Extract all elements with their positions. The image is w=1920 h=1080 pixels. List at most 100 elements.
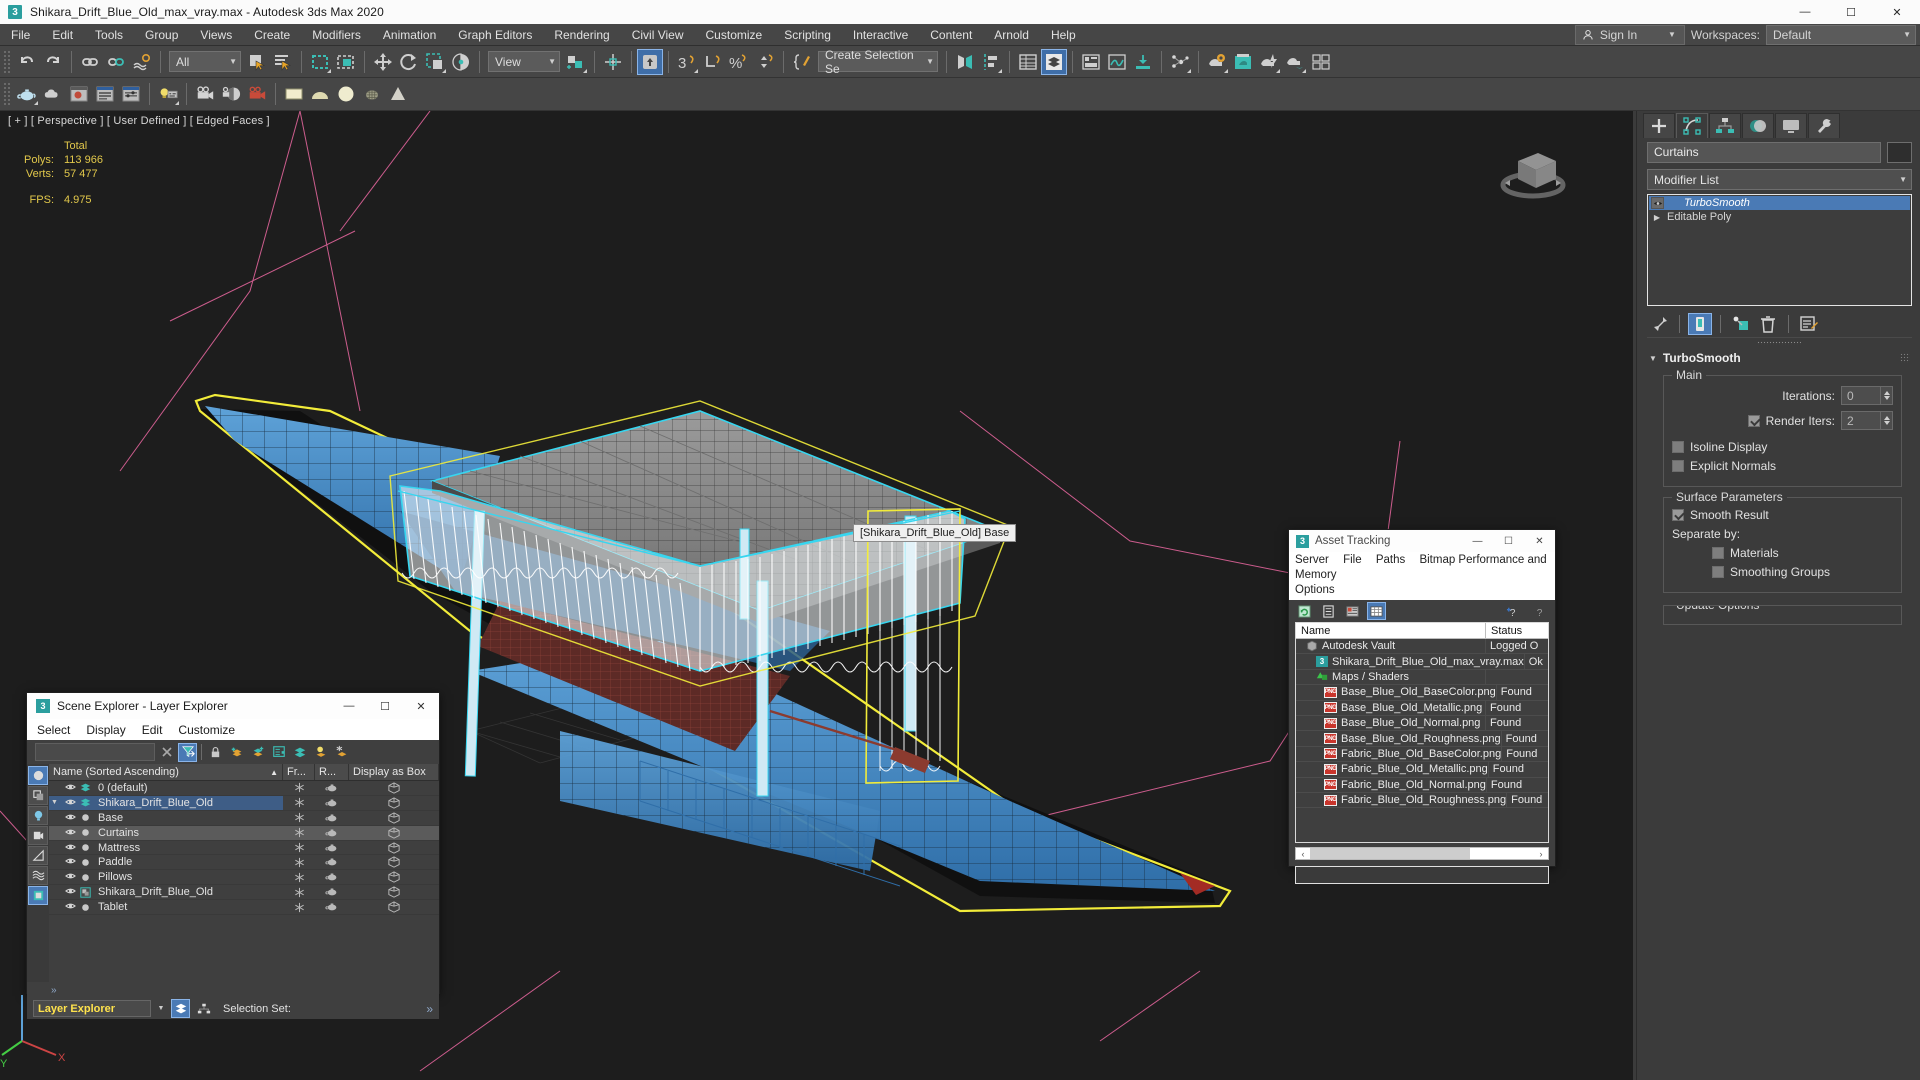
view-cube[interactable] [1493,143,1573,205]
scene-explorer-window[interactable]: 3 Scene Explorer - Layer Explorer — ☐ ✕ … [26,692,440,1019]
asset-column-name[interactable]: Name [1296,623,1486,638]
menu-views[interactable]: Views [189,24,243,46]
material-sphere-button[interactable] [333,81,359,107]
row-name-cell[interactable]: Shikara_Drift_Blue_Old [49,885,283,899]
scroll-thumb[interactable] [1310,848,1470,859]
asset-name-cell[interactable]: PNG Fabric_Blue_Old_Normal.png [1296,777,1487,792]
filter-groups-button[interactable] [28,886,48,905]
materials-row[interactable]: Materials [1672,546,1893,560]
asset-status-field[interactable] [1295,866,1549,884]
table-row[interactable]: Base [49,811,439,826]
close-button[interactable]: ✕ [1874,0,1920,24]
scene-explorer-close-button[interactable]: ✕ [403,693,439,719]
column-header-frozen[interactable]: Fr... [283,764,315,780]
asset-menu-bitmap-performance[interactable]: Bitmap Performance and Memory [1295,554,1547,581]
table-view-button[interactable] [1367,602,1386,620]
visibility-eye-icon[interactable] [65,871,76,883]
add-layer-button[interactable] [227,743,246,762]
freeze-layer-button[interactable] [332,743,351,762]
align-button[interactable] [978,49,1004,75]
refresh-button[interactable] [1295,602,1314,620]
curve-editor-button[interactable] [1104,49,1130,75]
renderable-cell[interactable] [315,855,349,869]
asset-tracking-window[interactable]: 3 Asset Tracking — ☐ ✕ Server File Paths… [1288,529,1556,884]
add-selection-to-layer-button[interactable] [248,743,267,762]
row-name-cell[interactable]: Paddle [49,855,283,869]
layers-stack-button[interactable] [290,743,309,762]
table-row[interactable]: ▼ Shikara_Drift_Blue_Old [49,795,439,811]
frozen-cell[interactable] [283,841,315,855]
smooth-result-row[interactable]: Smooth Result [1672,508,1893,522]
iterations-spinner[interactable]: 0 [1841,386,1893,405]
spinner-arrows-icon[interactable] [1880,412,1892,429]
select-and-scale-button[interactable] [422,49,448,75]
scene-explorer-mode-button[interactable] [194,999,213,1018]
asset-tracking-maximize-button[interactable]: ☐ [1493,530,1524,552]
table-row[interactable]: 0 (default) [49,781,439,796]
select-and-rotate-button[interactable] [396,49,422,75]
motion-tab[interactable] [1742,113,1774,138]
smoothing-groups-row[interactable]: Smoothing Groups [1672,565,1893,579]
menu-file[interactable]: File [0,24,41,46]
menu-customize[interactable]: Customize [695,24,774,46]
menu-arnold[interactable]: Arnold [983,24,1040,46]
asset-menu-options[interactable]: Options [1295,584,1335,596]
select-and-manipulate-button[interactable] [637,48,663,75]
modifier-stack-item-editable-poly[interactable]: ▶ Editable Poly [1649,210,1910,224]
toolbar-grip-2[interactable] [3,82,11,106]
render-in-cloud-button[interactable] [1308,49,1334,75]
visibility-eye-icon[interactable] [65,782,76,794]
row-name-cell[interactable]: Curtains [49,826,283,840]
render-frame-window-2-button[interactable] [66,81,92,107]
edit-named-selection-sets-button[interactable] [789,49,815,75]
renderable-cell[interactable] [315,796,349,810]
display-as-box-cell[interactable] [349,781,439,795]
filter-geometry-button[interactable] [28,766,48,785]
snaps-toggle-button[interactable]: 3 [674,49,700,75]
remove-modifier-button[interactable] [1756,313,1780,335]
display-as-box-cell[interactable] [349,796,439,810]
frozen-cell[interactable] [283,900,315,914]
layer-explorer-mode-button[interactable] [171,999,190,1018]
use-pivot-point-center-button[interactable] [563,49,589,75]
particle-view-button[interactable] [1167,49,1193,75]
menu-modifiers[interactable]: Modifiers [301,24,372,46]
menu-group[interactable]: Group [134,24,189,46]
add-help-button[interactable]: ? [1503,602,1522,620]
select-and-move-button[interactable] [370,49,396,75]
asset-row[interactable]: PNG Base_Blue_Old_Metallic.png Found [1296,700,1548,716]
asset-row[interactable]: 3 Shikara_Drift_Blue_Old_max_vray.max Ok [1296,654,1548,670]
asset-name-cell[interactable]: PNG Base_Blue_Old_BaseColor.png [1296,685,1497,700]
filter-helpers-button[interactable] [28,846,48,865]
modifier-stack-item-turbosmooth[interactable]: TurboSmooth [1649,196,1910,210]
minimize-button[interactable]: — [1782,0,1828,24]
column-header-renderable[interactable]: R... [315,764,349,780]
rollout-header[interactable]: ▼ TurboSmooth [1649,351,1910,365]
renderable-cell[interactable] [315,781,349,795]
menu-civil-view[interactable]: Civil View [621,24,695,46]
scene-explorer-menu-select[interactable]: Select [37,723,82,737]
toggle-ribbon-button[interactable] [1078,49,1104,75]
menu-graph-editors[interactable]: Graph Editors [447,24,543,46]
display-as-box-cell[interactable] [349,841,439,855]
filter-toggle-button[interactable] [178,742,197,762]
asset-row[interactable]: PNG Base_Blue_Old_Normal.png Found [1296,715,1548,732]
rendered-frame-window-button[interactable] [1256,49,1282,75]
asset-row[interactable]: PNG Fabric_Blue_Old_BaseColor.png Found [1296,746,1548,763]
menu-animation[interactable]: Animation [372,24,447,46]
select-and-place-button[interactable] [448,49,474,75]
visibility-eye-icon[interactable] [65,886,76,898]
asset-row[interactable]: PNG Fabric_Blue_Old_Roughness.png Found [1296,792,1548,809]
scene-converter-button[interactable] [92,81,118,107]
material-plane-button[interactable] [281,81,307,107]
asset-tracking-close-button[interactable]: ✕ [1524,530,1555,552]
frozen-cell[interactable] [283,870,315,884]
filter-cameras-button[interactable] [28,826,48,845]
expand-arrow-icon[interactable]: ▶ [1651,213,1663,222]
display-as-box-cell[interactable] [349,870,439,884]
asset-column-status[interactable]: Status [1486,623,1548,638]
expander-icon[interactable]: ▼ [51,799,61,806]
lock-button[interactable] [206,743,225,762]
select-by-name-button[interactable] [270,49,296,75]
frozen-cell[interactable] [283,781,315,795]
